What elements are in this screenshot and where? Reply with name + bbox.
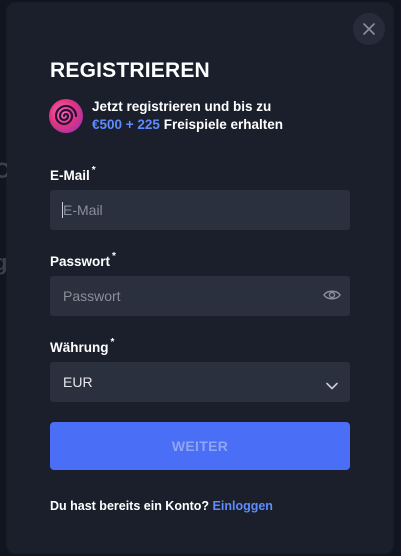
login-prompt: Du hast bereits ein Konto? Einloggen — [50, 499, 273, 513]
text-cursor — [62, 202, 63, 218]
registration-dialog: REGISTRIEREN Jetzt registrieren und bis … — [7, 3, 393, 553]
email-label-text: E-Mail — [50, 168, 90, 183]
email-label: E-Mail * — [50, 165, 96, 183]
promo-text: Jetzt registrieren und bis zu €500 + 225… — [92, 98, 283, 134]
currency-select[interactable]: EUR — [50, 362, 350, 402]
promo-line2: €500 + 225 Freispiele erhalten — [92, 116, 283, 134]
required-mark: * — [112, 251, 116, 262]
required-mark: * — [91, 165, 96, 176]
email-field-wrapper — [50, 190, 350, 230]
dialog-title: REGISTRIEREN — [50, 59, 210, 82]
currency-label-text: Währung — [50, 340, 109, 355]
spiral-bonus-icon — [49, 99, 83, 133]
submit-button[interactable]: WEITER — [50, 422, 350, 470]
promo-line1: Jetzt registrieren und bis zu — [92, 99, 272, 114]
chevron-down-icon — [326, 377, 338, 395]
currency-selected-value: EUR — [63, 374, 93, 390]
eye-icon[interactable] — [323, 288, 341, 307]
required-mark: * — [110, 337, 115, 348]
password-label: Passwort * — [50, 251, 116, 269]
currency-label: Währung * — [50, 337, 115, 355]
login-prompt-text: Du hast bereits ein Konto? — [50, 499, 210, 513]
login-link[interactable]: Einloggen — [213, 499, 273, 513]
password-field[interactable] — [50, 276, 350, 316]
close-icon — [363, 23, 375, 35]
email-field[interactable] — [50, 190, 350, 230]
promo-amount: €500 + 225 — [92, 117, 160, 132]
password-field-wrapper — [50, 276, 350, 316]
password-label-text: Passwort — [50, 254, 111, 269]
promo-banner: Jetzt registrieren und bis zu €500 + 225… — [49, 98, 283, 134]
close-button[interactable] — [353, 13, 385, 45]
promo-line2-rest: Freispiele erhalten — [159, 117, 284, 132]
